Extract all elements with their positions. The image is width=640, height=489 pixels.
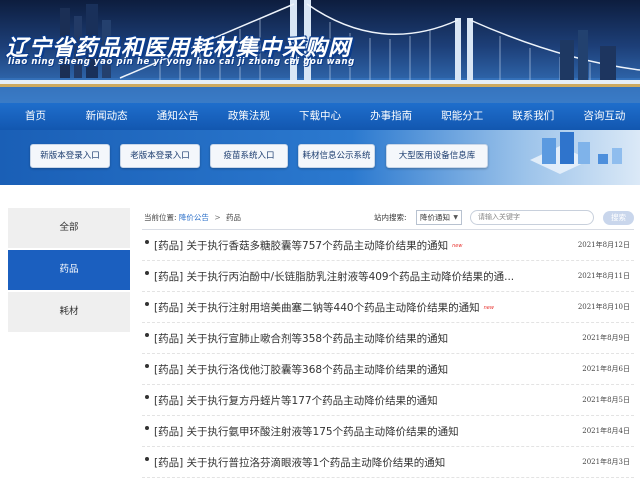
news-title[interactable]: [药品] 关于执行复方丹蛭片等177个药品主动降价结果的通知 (154, 393, 539, 408)
new-badge: new (483, 305, 494, 311)
nav-contact[interactable]: 联系我们 (498, 103, 569, 130)
bullet-icon (145, 271, 149, 275)
sidebar-item-all[interactable]: 全部 (8, 208, 130, 248)
search-category-select[interactable]: 降价通知 ▼ (416, 210, 462, 225)
news-title[interactable]: [药品] 关于执行洛伐他汀胶囊等368个药品主动降价结果的通知 (154, 362, 539, 377)
breadcrumb-item-drugs: 药品 (226, 213, 241, 222)
search-category-value: 降价通知 (420, 213, 450, 222)
news-date: 2021年8月11日 (577, 272, 630, 280)
bullet-icon (145, 240, 149, 244)
list-item[interactable]: [药品] 关于执行香菇多糖胶囊等757个药品主动降价结果的通知 new 2021年… (142, 230, 634, 261)
nav-news[interactable]: 新闻动态 (71, 103, 142, 130)
nav-notices[interactable]: 通知公告 (142, 103, 213, 130)
breadcrumb-separator: > (214, 213, 221, 222)
news-date: 2021年8月10日 (577, 303, 630, 311)
news-date: 2021年8月5日 (582, 396, 630, 404)
search-button[interactable]: 搜索 (603, 211, 634, 225)
chevron-down-icon: ▼ (453, 214, 458, 221)
news-date: 2021年8月9日 (582, 334, 630, 342)
sidebar-item-consumables[interactable]: 耗材 (8, 292, 130, 332)
nav-policies[interactable]: 政策法规 (213, 103, 284, 130)
search-input[interactable]: 请输入关键字 (470, 210, 594, 225)
news-title[interactable]: [药品] 关于执行香菇多糖胶囊等757个药品主动降价结果的通知 new (154, 238, 539, 253)
site-pinyin: liao ning sheng yao pin he yi yong hao c… (8, 57, 355, 67)
news-title[interactable]: [药品] 关于执行注射用培美曲塞二钠等440个药品主动降价结果的通知 new (154, 300, 539, 315)
breadcrumb: 当前位置: 降价公告 > 药品 (144, 212, 241, 223)
news-list: [药品] 关于执行香菇多糖胶囊等757个药品主动降价结果的通知 new 2021年… (142, 230, 634, 478)
bullet-icon (145, 426, 149, 430)
quick-link-consumables-system[interactable]: 耗材信息公示系统 (298, 144, 375, 168)
news-title[interactable]: [药品] 关于执行氨甲环酸注射液等175个药品主动降价结果的通知 (154, 424, 539, 439)
news-title[interactable]: [药品] 关于执行普拉洛芬滴眼液等1个药品主动降价结果的通知 (154, 455, 539, 470)
nav-home[interactable]: 首页 (0, 103, 71, 130)
news-title[interactable]: [药品] 关于执行丙泊酚中/长链脂肪乳注射液等409个药品主动降价结果的通... (154, 269, 539, 284)
bullet-icon (145, 333, 149, 337)
list-item[interactable]: [药品] 关于执行氨甲环酸注射液等175个药品主动降价结果的通知 2021年8月… (142, 416, 634, 447)
site-banner: 辽宁省药品和医用耗材集中采购网 liao ning sheng yao pin … (0, 0, 640, 103)
main-nav: 首页 新闻动态 通知公告 政策法规 下载中心 办事指南 职能分工 联系我们 咨询… (0, 103, 640, 130)
list-item[interactable]: [药品] 关于执行复方丹蛭片等177个药品主动降价结果的通知 2021年8月5日 (142, 385, 634, 416)
category-sidebar: 全部 药品 耗材 (8, 208, 130, 334)
list-item[interactable]: [药品] 关于执行丙泊酚中/长链脂肪乳注射液等409个药品主动降价结果的通...… (142, 261, 634, 292)
quick-link-equipment-database[interactable]: 大型医用设备信息库 (386, 144, 488, 168)
data-cubes-illustration (530, 132, 622, 174)
sidebar-item-drugs[interactable]: 药品 (8, 250, 130, 290)
list-item[interactable]: [药品] 关于执行宣肺止嗽合剂等358个药品主动降价结果的通知 2021年8月9… (142, 323, 634, 354)
news-date: 2021年8月6日 (582, 365, 630, 373)
news-date: 2021年8月12日 (577, 241, 630, 249)
quick-link-old-login[interactable]: 老版本登录入口 (120, 144, 200, 168)
bullet-icon (145, 457, 149, 461)
nav-downloads[interactable]: 下载中心 (284, 103, 355, 130)
nav-functions[interactable]: 职能分工 (427, 103, 498, 130)
list-item[interactable]: [药品] 关于执行普拉洛芬滴眼液等1个药品主动降价结果的通知 2021年8月3日 (142, 447, 634, 478)
nav-consult[interactable]: 咨询互动 (569, 103, 640, 130)
bullet-icon (145, 302, 149, 306)
new-badge: new (452, 243, 463, 249)
search-label: 站内搜索: (374, 213, 407, 222)
bullet-icon (145, 364, 149, 368)
main-content: 当前位置: 降价公告 > 药品 站内搜索: 降价通知 ▼ 请输入关键字 搜索 [… (142, 208, 634, 478)
quick-link-vaccine-system[interactable]: 疫苗系统入口 (210, 144, 288, 168)
list-item[interactable]: [药品] 关于执行注射用培美曲塞二钠等440个药品主动降价结果的通知 new 20… (142, 292, 634, 323)
news-title[interactable]: [药品] 关于执行宣肺止嗽合剂等358个药品主动降价结果的通知 (154, 331, 539, 346)
content-topbar: 当前位置: 降价公告 > 药品 站内搜索: 降价通知 ▼ 请输入关键字 搜索 (142, 208, 634, 230)
list-item[interactable]: [药品] 关于执行洛伐他汀胶囊等368个药品主动降价结果的通知 2021年8月6… (142, 354, 634, 385)
bullet-icon (145, 395, 149, 399)
breadcrumb-item-price-notices[interactable]: 降价公告 (179, 213, 209, 222)
breadcrumb-label: 当前位置: (144, 213, 177, 222)
quick-links-bar: 新版本登录入口 老版本登录入口 疫苗系统入口 耗材信息公示系统 大型医用设备信息… (0, 130, 640, 185)
news-date: 2021年8月3日 (582, 458, 630, 466)
nav-guide[interactable]: 办事指南 (356, 103, 427, 130)
news-date: 2021年8月4日 (582, 427, 630, 435)
quick-link-new-login[interactable]: 新版本登录入口 (30, 144, 110, 168)
